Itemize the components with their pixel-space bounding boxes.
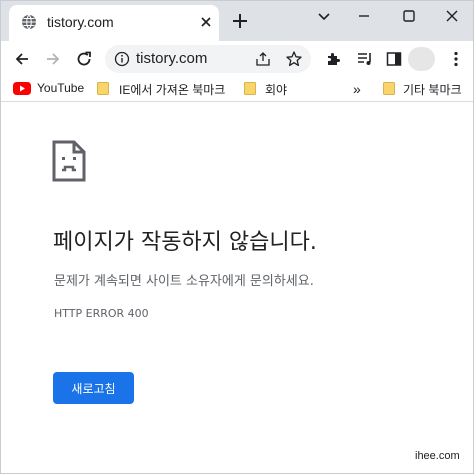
forward-arrow-icon[interactable] [44,50,62,68]
tab-strip: tistory.com [1,1,473,41]
bookmark-youtube[interactable]: YouTube [13,79,85,99]
new-tab-plus-icon[interactable] [231,12,249,30]
bookmark-label: 회야 [265,83,288,97]
bookmark-folder-ie[interactable]: IE에서 가져온 북마크 [97,79,237,99]
bookmark-label: IE에서 가져온 북마크 [119,83,226,97]
folder-icon [97,82,109,95]
sad-page-icon [52,140,86,182]
side-panel-icon[interactable] [385,50,403,68]
url-text[interactable]: tistory.com [136,50,207,67]
close-window-icon[interactable] [443,7,461,25]
folder-icon [383,82,395,95]
maximize-icon[interactable] [400,7,418,25]
share-icon[interactable] [255,51,271,67]
bookmark-label: YouTube [37,81,85,95]
error-heading: 페이지가 작동하지 않습니다. [53,230,317,255]
bookmark-label: 기타 북마크 [403,83,462,97]
reload-button[interactable]: 새로고침 [53,372,134,404]
profile-avatar[interactable] [408,47,435,71]
youtube-icon [13,82,31,95]
extensions-puzzle-icon[interactable] [325,50,343,68]
omnibox[interactable]: tistory.com [105,45,311,73]
tab-tistory[interactable]: tistory.com [9,5,219,41]
bookmark-folder-hoeya[interactable]: 회야 [244,79,294,99]
globe-icon [22,14,36,30]
tab-title: tistory.com [47,14,114,30]
bookmarks-bar: YouTube IE에서 가져온 북마크 회야 » 기타 북마크 [1,77,473,102]
media-control-icon[interactable] [356,50,374,68]
more-menu-icon[interactable] [447,50,465,68]
watermark-text: ihee.com [415,450,460,462]
minimize-icon[interactable] [355,7,373,25]
back-arrow-icon[interactable] [13,50,31,68]
reload-icon[interactable] [75,50,93,68]
browser-window: tistory.com tistory.com YouTube IE에서 가져온… [0,0,474,474]
toolbar: tistory.com [1,41,473,77]
page-content: 페이지가 작동하지 않습니다. 문제가 계속되면 사이트 소유자에게 문의하세요… [1,102,473,473]
bookmark-folder-other[interactable]: 기타 북마크 [383,79,473,99]
error-message: 문제가 계속되면 사이트 소유자에게 문의하세요. [54,274,314,289]
site-info-icon[interactable] [114,51,130,67]
folder-icon [244,82,256,95]
bookmarks-overflow-chevron[interactable]: » [353,81,361,97]
bookmark-star-icon[interactable] [285,50,303,68]
close-tab-icon[interactable] [199,15,213,29]
tab-search-chevron-icon[interactable] [315,7,333,25]
error-code: HTTP ERROR 400 [54,307,149,320]
